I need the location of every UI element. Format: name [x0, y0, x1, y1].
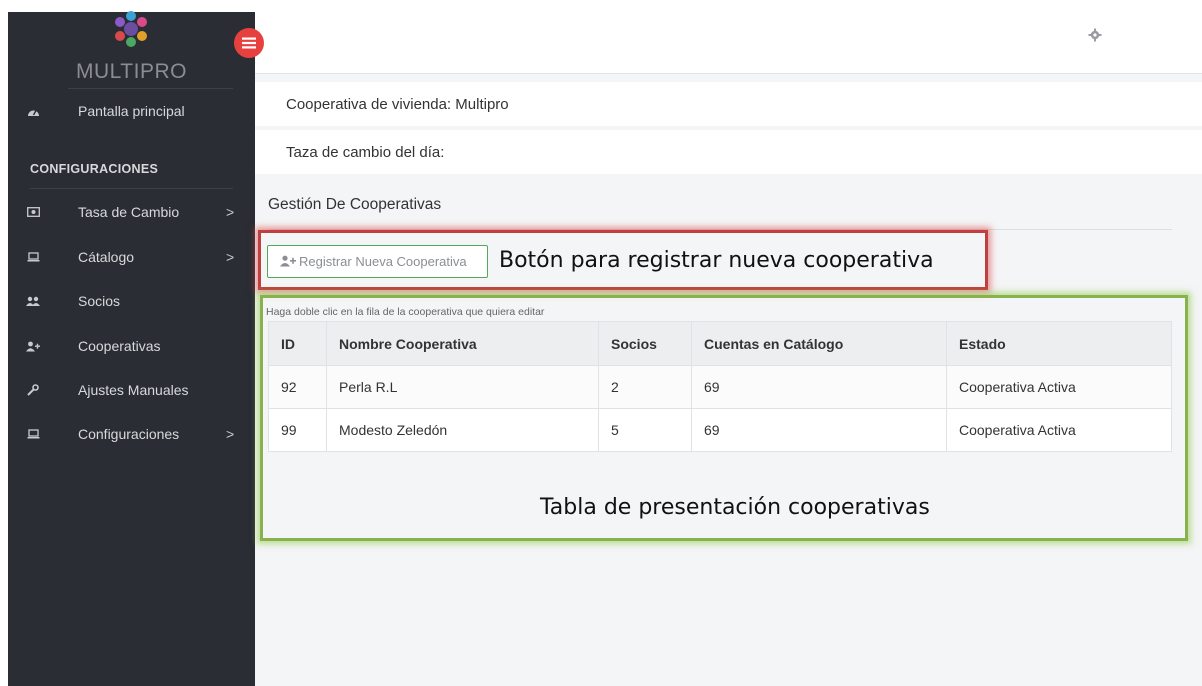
sidebar-divider — [68, 88, 233, 89]
wrench-icon — [26, 383, 40, 397]
sidebar-item-configuraciones[interactable]: Configuraciones > — [8, 419, 255, 449]
user-plus-icon — [280, 255, 296, 269]
column-header-estado[interactable]: Estado — [946, 321, 1172, 366]
cell-cuentas: 69 — [691, 408, 947, 452]
register-button-label: Registrar Nueva Cooperativa — [299, 254, 467, 269]
user-plus-icon — [26, 339, 40, 353]
brand-logo[interactable]: MULTIPRO — [8, 0, 255, 102]
chevron-right-icon: > — [226, 204, 235, 220]
annotation-label-table: Tabla de presentación cooperativas — [540, 495, 930, 520]
chevron-right-icon: > — [226, 426, 235, 442]
table-hint: Haga doble clic en la fila de la coopera… — [266, 306, 545, 318]
cell-nombre: Modesto Zeledón — [326, 408, 599, 452]
register-cooperative-button[interactable]: Registrar Nueva Cooperativa — [267, 245, 488, 278]
exchange-rate-info: Taza de cambio del día: — [255, 130, 1202, 174]
table-row[interactable]: 99 Modesto Zeledón 5 69 Cooperativa Acti… — [268, 408, 1172, 452]
sidebar-item-label: Pantalla principal — [78, 103, 185, 119]
sidebar-item-ajustes-manuales[interactable]: Ajustes Manuales — [8, 375, 255, 405]
sidebar-item-label: Socios — [78, 293, 121, 309]
cell-estado: Cooperativa Activa — [946, 365, 1172, 409]
sidebar-toggle-button[interactable] — [234, 28, 264, 58]
sidebar: MULTIPRO Pantalla principal CONFIGURACIO… — [8, 11, 255, 686]
cell-id: 99 — [268, 408, 327, 452]
sidebar-item-label: Tasa de Cambio — [78, 204, 180, 220]
sidebar-item-catalogo[interactable]: Cátalogo > — [8, 242, 255, 272]
users-icon — [26, 294, 40, 308]
dashboard-icon — [26, 104, 40, 118]
cell-estado: Cooperativa Activa — [946, 408, 1172, 452]
sidebar-item-tasa-de-cambio[interactable]: Tasa de Cambio > — [8, 197, 255, 227]
laptop-icon — [26, 250, 40, 264]
sidebar-item-cooperativas[interactable]: Cooperativas — [8, 331, 255, 361]
column-header-cuentas[interactable]: Cuentas en Catálogo — [691, 321, 947, 366]
column-header-id[interactable]: ID — [268, 321, 327, 366]
brand-name: MULTIPRO — [76, 60, 187, 83]
sidebar-item-label: Configuraciones — [78, 426, 180, 442]
chevron-right-icon: > — [226, 249, 235, 265]
cooperative-info: Cooperativa de vivienda: Multipro — [255, 82, 1202, 126]
logo-icon — [115, 11, 147, 47]
column-header-socios[interactable]: Socios — [598, 321, 692, 366]
sidebar-item-label: Cooperativas — [78, 338, 161, 354]
laptop-icon — [26, 427, 40, 441]
sidebar-item-pantalla-principal[interactable]: Pantalla principal — [8, 96, 255, 126]
cooperatives-table: ID Nombre Cooperativa Socios Cuentas en … — [268, 321, 1172, 452]
sidebar-divider — [30, 188, 233, 189]
cell-socios: 2 — [598, 365, 692, 409]
cell-cuentas: 69 — [691, 365, 947, 409]
gear-icon[interactable] — [1088, 28, 1102, 42]
cell-nombre: Perla R.L — [326, 365, 599, 409]
money-icon — [26, 205, 40, 219]
top-bar — [255, 0, 1202, 74]
cell-socios: 5 — [598, 408, 692, 452]
table-header-row: ID Nombre Cooperativa Socios Cuentas en … — [268, 321, 1172, 366]
cell-id: 92 — [268, 365, 327, 409]
sidebar-item-label: Ajustes Manuales — [78, 382, 189, 398]
sidebar-item-label: Cátalogo — [78, 249, 135, 265]
page-title: Gestión De Cooperativas — [268, 196, 442, 213]
annotation-label-button: Botón para registrar nueva cooperativa — [499, 248, 934, 273]
sidebar-item-socios[interactable]: Socios — [8, 286, 255, 316]
section-header-configuraciones: CONFIGURACIONES — [30, 162, 159, 176]
column-header-nombre[interactable]: Nombre Cooperativa — [326, 321, 599, 366]
menu-icon — [242, 37, 256, 49]
table-row[interactable]: 92 Perla R.L 2 69 Cooperativa Activa — [268, 365, 1172, 409]
